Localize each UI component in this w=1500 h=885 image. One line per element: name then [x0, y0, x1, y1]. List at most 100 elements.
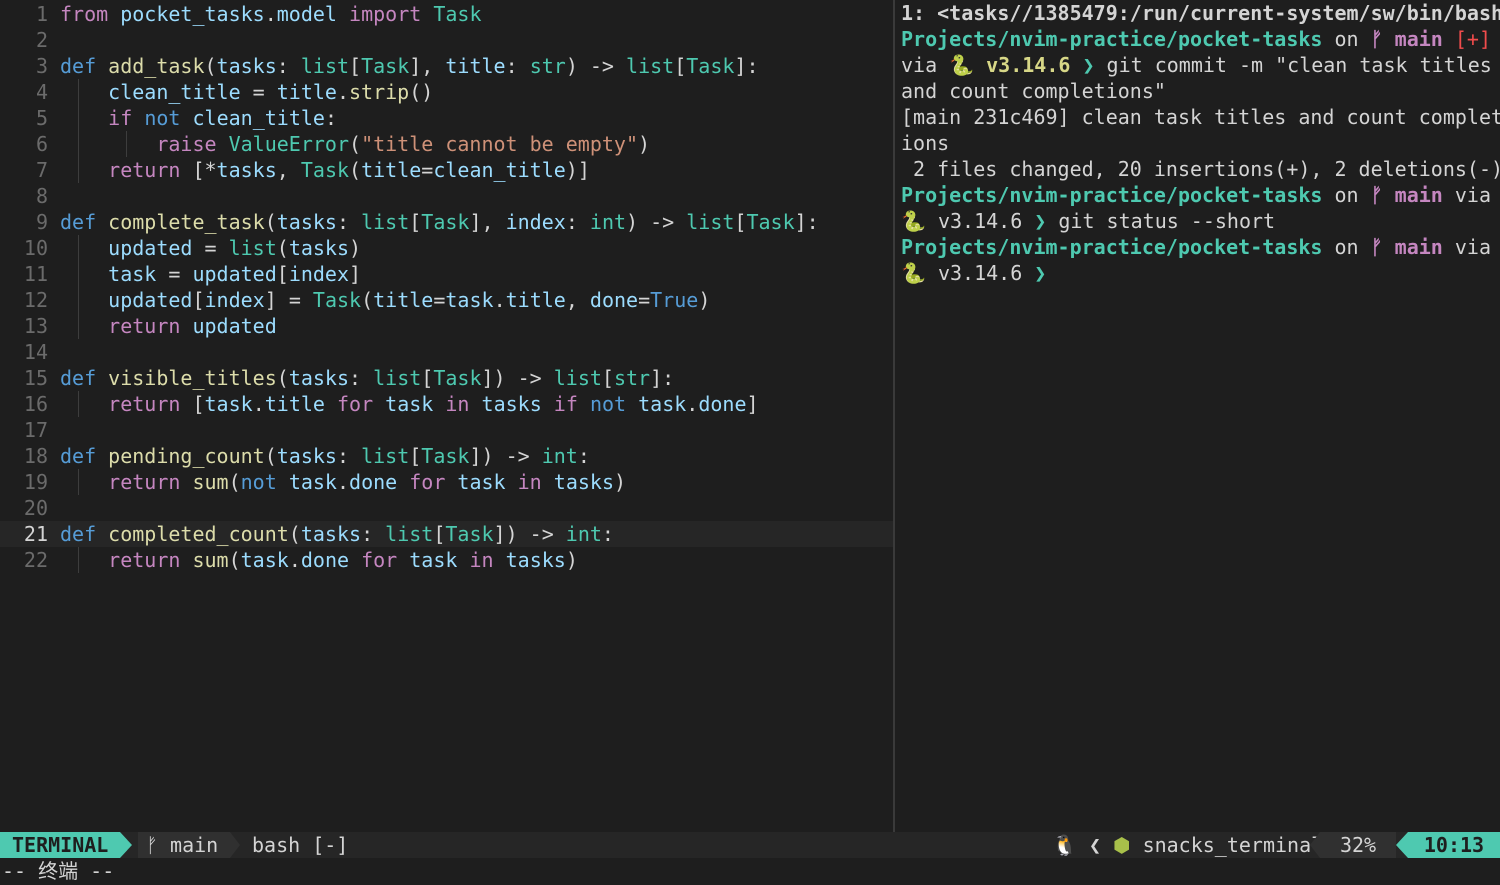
code-line[interactable]: 11 task = updated[index] [0, 261, 893, 287]
code-token: ] [349, 262, 362, 286]
code-token: list [361, 210, 410, 234]
code-token: [* [180, 158, 217, 182]
code-line[interactable]: 16 return [task.title for task in tasks … [0, 391, 893, 417]
code-token: index [204, 288, 265, 312]
code-line[interactable]: 5 if not clean_title: [0, 105, 893, 131]
code-token: sum [192, 470, 229, 494]
code-line[interactable]: 10 updated = list(tasks) [0, 235, 893, 261]
code-token: int [589, 210, 627, 234]
code-token: task [240, 548, 289, 572]
code-line[interactable]: 22 return sum(task.done for task in task… [0, 547, 893, 573]
code-line[interactable]: 13 return updated [0, 313, 893, 339]
code-token: done [300, 548, 350, 572]
code-line[interactable]: 4 clean_title = title.strip() [0, 79, 893, 105]
filetype-icon: ⬢ [1113, 833, 1131, 857]
git-branch-icon: ᚠ [146, 833, 158, 857]
code-token: title [276, 80, 337, 104]
code-token: Task [686, 54, 735, 78]
code-token: [ [421, 366, 434, 390]
code-token: list [553, 366, 602, 390]
code-line[interactable]: 8 [0, 183, 893, 209]
terminal-title: 1: <tasks//1385479:/run/current-system/s… [901, 1, 1500, 25]
code-line[interactable]: 9 def complete_task(tasks: list[Task], in… [0, 209, 893, 235]
indent-guide [78, 547, 79, 573]
line-number: 4 [35, 80, 48, 104]
code-line[interactable]: 17 [0, 417, 893, 443]
code-token: ) [698, 288, 711, 312]
line-number: 10 [23, 236, 48, 260]
code-token: : [324, 106, 337, 130]
code-token: ) [565, 548, 578, 572]
line-number: 11 [23, 262, 48, 286]
code-token: : [577, 444, 590, 468]
code-token: : [601, 522, 614, 546]
code-token: list [228, 236, 277, 260]
editor-pane[interactable]: 1 from pocket_tasks.model import Task 2 3 de… [0, 0, 893, 832]
code-line[interactable]: 7 return [*tasks, Task(title=clean_title… [0, 157, 893, 183]
line-number: 20 [23, 496, 48, 520]
code-token: task [457, 470, 506, 494]
code-line[interactable]: 12 updated[index] = Task(title=task.titl… [0, 287, 893, 313]
code-line[interactable]: 18 def pending_count(tasks: list[Task]) -… [0, 443, 893, 469]
code-token: pending_count [108, 444, 265, 468]
code-token: , [565, 288, 590, 312]
code-text: return updated [60, 313, 277, 339]
code-token: tasks [505, 548, 566, 572]
python-icon: 🐍 [949, 53, 975, 77]
code-token: ( [288, 522, 301, 546]
code-token: [ [276, 262, 289, 286]
code-token: . [264, 2, 277, 26]
code-token: updated [192, 314, 277, 338]
terminal-text: on [1322, 235, 1371, 259]
terminal-text: v3.14.6 [974, 53, 1071, 77]
code-token: done [698, 392, 747, 416]
code-line[interactable]: 14 [0, 339, 893, 365]
code-token: raise [156, 132, 217, 156]
code-line[interactable]: 3 def add_task(tasks: list[Task], title: … [0, 53, 893, 79]
code-line[interactable]: 20 [0, 495, 893, 521]
code-token: [ [192, 288, 205, 312]
code-line[interactable]: 15 def visible_titles(tasks: list[Task]) … [0, 365, 893, 391]
command-line[interactable]: -- 终端 -- [0, 858, 1500, 885]
code-token: updated [192, 262, 277, 286]
code-line[interactable]: 19 return sum(not task.done for task in … [0, 469, 893, 495]
python-icon: 🐍 [901, 209, 926, 233]
code-text: task = updated[index] [60, 261, 361, 287]
code-line[interactable]: 2 [0, 27, 893, 53]
code-token: complete_task [108, 210, 265, 234]
code-token: [ [349, 54, 362, 78]
code-text: def completed_count(tasks: list[Task]) -… [60, 521, 614, 547]
code-line[interactable]: 1 from pocket_tasks.model import Task [0, 1, 893, 27]
terminal-line: and count completions" [901, 78, 1500, 104]
terminal-text: ❯ [1022, 261, 1047, 285]
code-token: in [445, 392, 470, 416]
code-line[interactable]: 6 raise ValueError("title cannot be empt… [0, 131, 893, 157]
code-token: return [108, 158, 181, 182]
code-token: ( [204, 54, 217, 78]
terminal-text: git commit -m "clean task titles [1106, 53, 1492, 77]
code-line[interactable]: 21 def completed_count(tasks: list[Task])… [0, 521, 893, 547]
code-token: sum [192, 548, 229, 572]
code-token: import [349, 2, 422, 26]
code-token: list [300, 54, 350, 78]
code-text: def pending_count(tasks: list[Task]) -> … [60, 443, 590, 469]
code-text: clean_title = title.strip() [60, 79, 433, 105]
terminal-text: via [901, 53, 950, 77]
terminal-pane[interactable]: 1: <tasks//1385479:/run/current-system/s… [895, 0, 1500, 832]
terminal-text: on [1322, 27, 1371, 51]
code-token: ]) -> [469, 444, 542, 468]
terminal-text: via [1442, 235, 1491, 259]
code-token: ], [469, 210, 506, 234]
code-token: not [589, 392, 627, 416]
